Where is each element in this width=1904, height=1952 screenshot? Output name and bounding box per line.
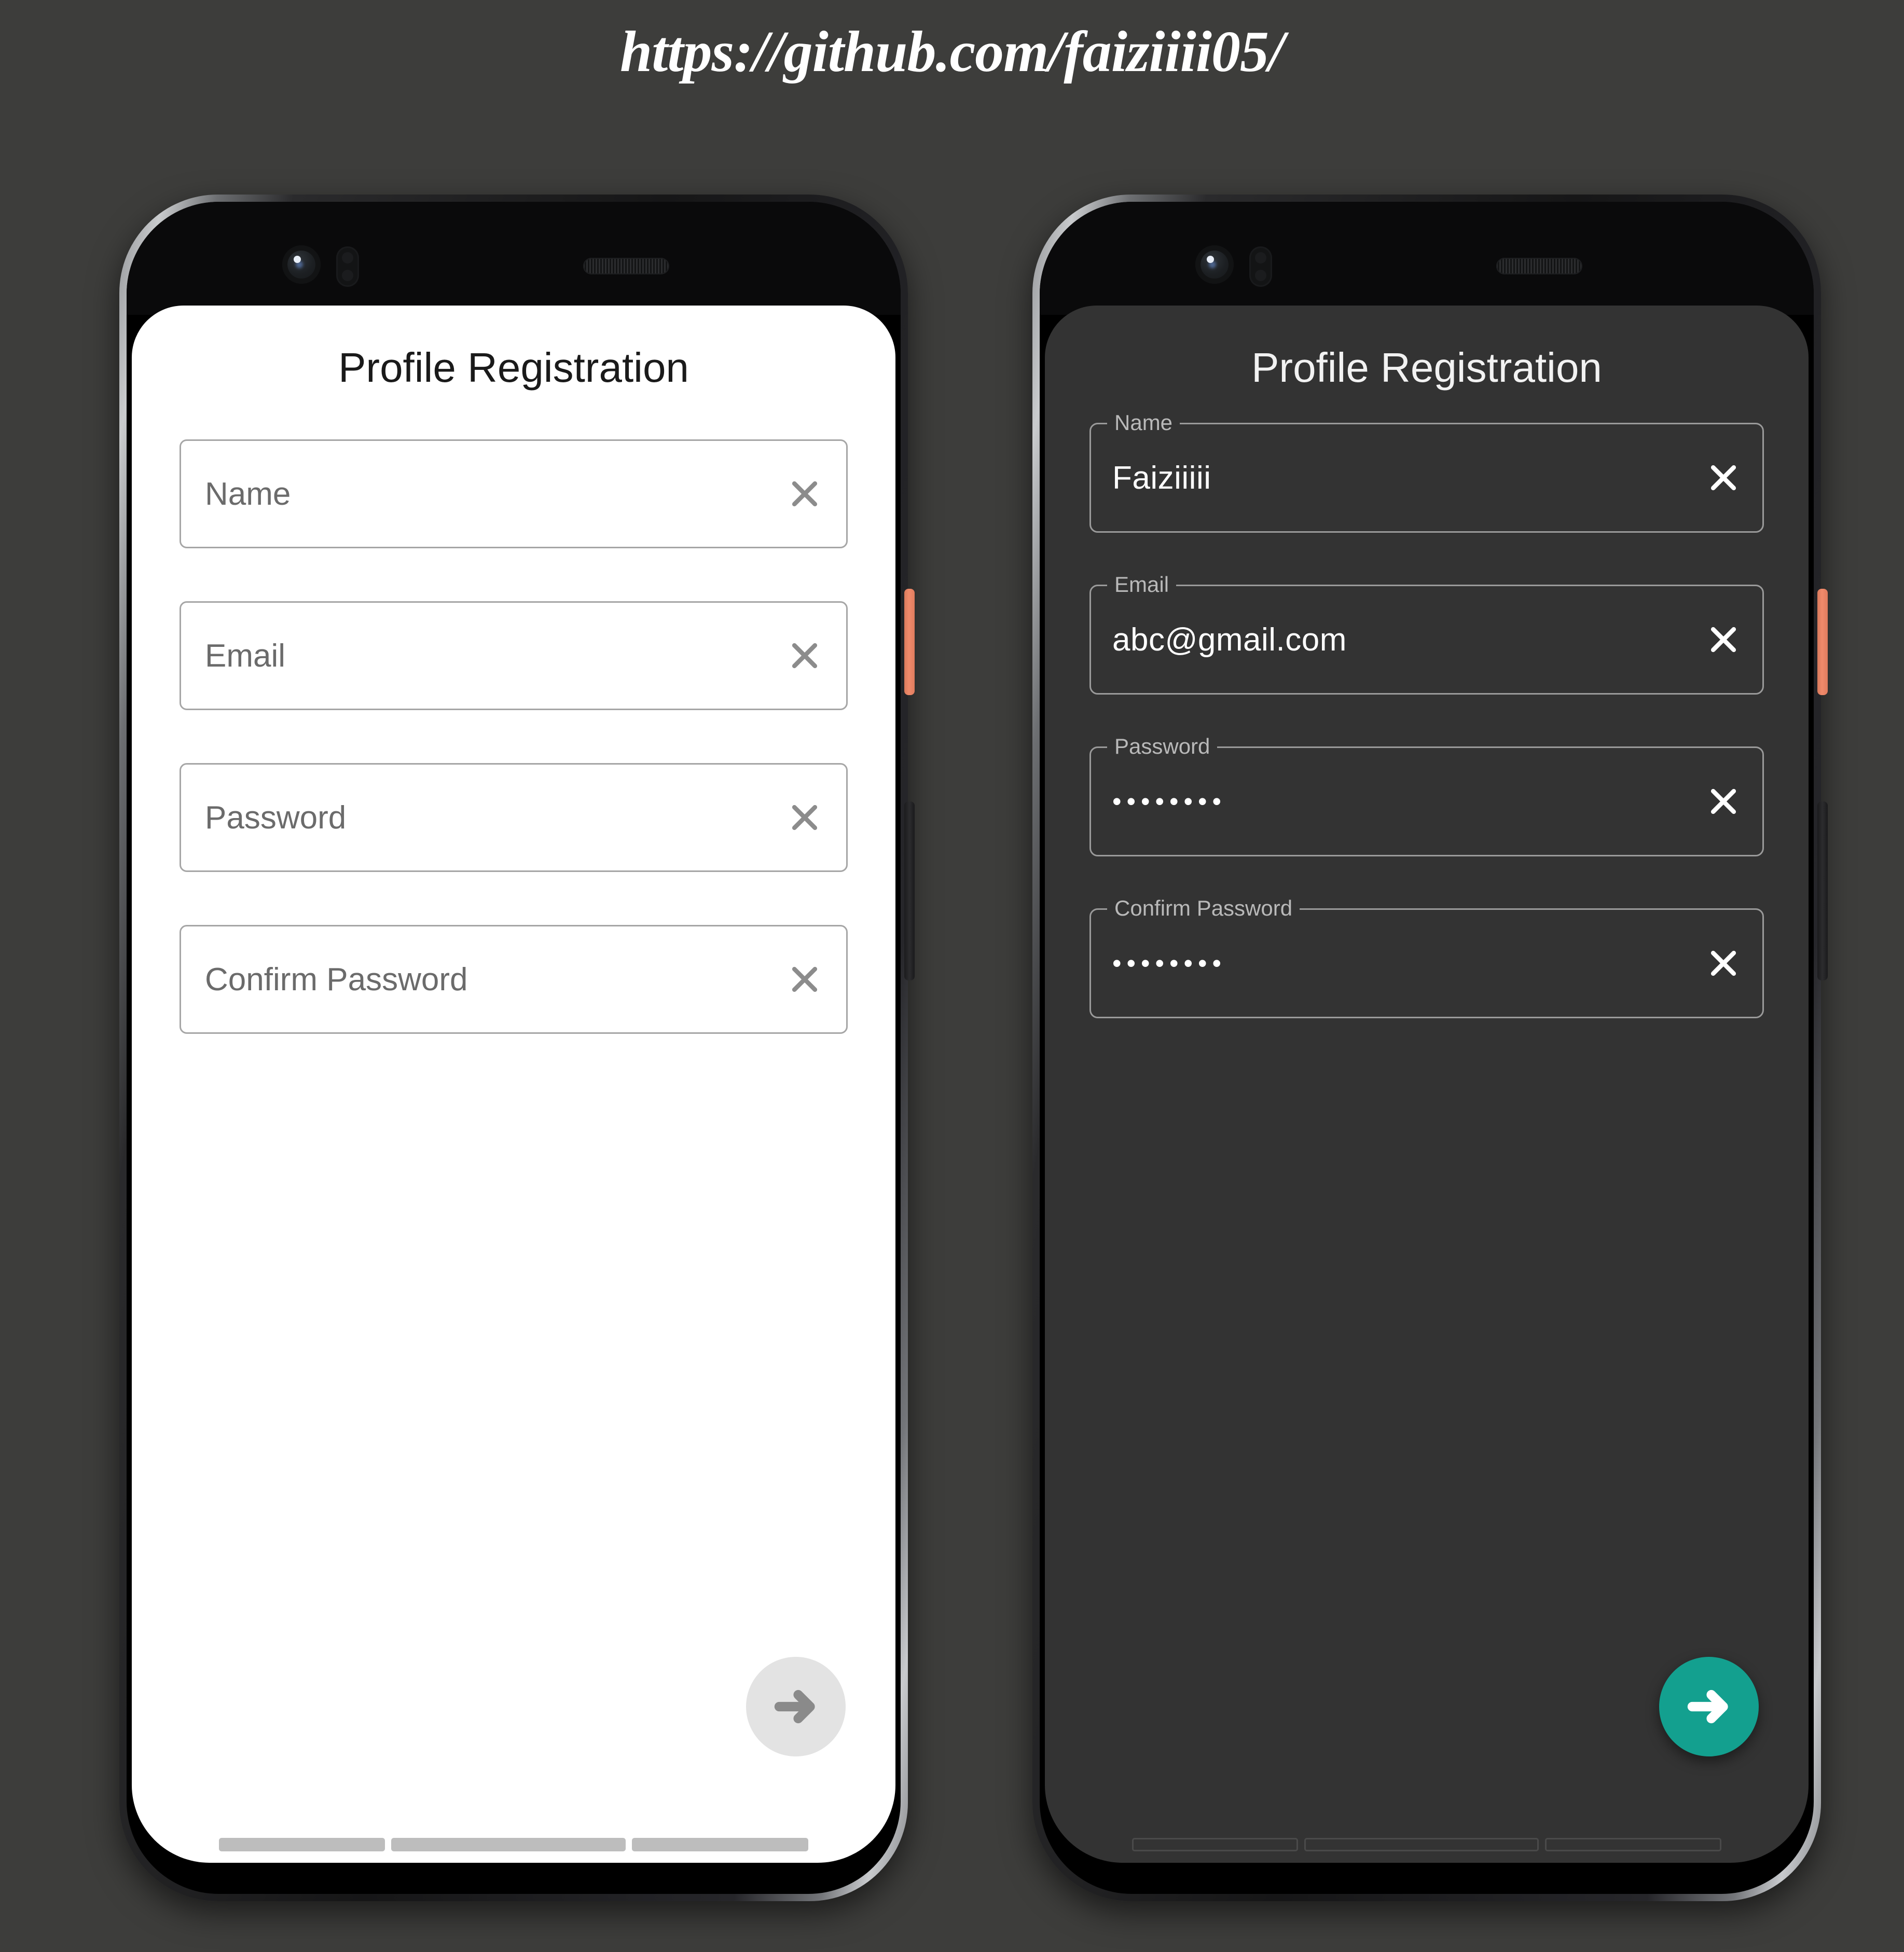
nav-bar-segment[interactable] <box>1304 1838 1539 1851</box>
confirm-password-field-label: Confirm Password <box>1107 897 1300 919</box>
password-field[interactable]: Password <box>180 763 848 872</box>
registration-form-light: Name Email Password Confirm Password <box>132 392 895 1034</box>
proximity-sensor-icon <box>1249 246 1272 287</box>
nav-bar-segment[interactable] <box>1132 1838 1298 1851</box>
confirm-password-field-placeholder: Confirm Password <box>205 961 468 998</box>
close-icon[interactable] <box>1706 946 1741 981</box>
close-icon[interactable] <box>787 800 822 835</box>
page-title: Profile Registration <box>338 344 689 391</box>
front-camera-lens-icon <box>1195 245 1234 284</box>
email-field-placeholder: Email <box>205 638 286 674</box>
close-icon[interactable] <box>787 962 822 997</box>
nav-bar-segment[interactable] <box>219 1838 385 1851</box>
confirm-password-field[interactable]: Confirm Password <box>180 925 848 1034</box>
close-icon[interactable] <box>1706 622 1741 657</box>
arrow-right-icon <box>1687 1690 1728 1724</box>
password-field[interactable]: Password •••••••• <box>1089 736 1764 856</box>
confirm-password-field-value: •••••••• <box>1112 949 1227 978</box>
email-field-label: Email <box>1107 574 1177 596</box>
email-field-value: abc@gmail.com <box>1112 621 1347 658</box>
password-field-value: •••••••• <box>1112 787 1227 816</box>
name-field-placeholder: Name <box>205 476 291 512</box>
next-fab-button[interactable] <box>1659 1657 1759 1756</box>
close-icon[interactable] <box>787 638 822 673</box>
earpiece-speaker-icon <box>583 258 669 274</box>
phone-body-light: Profile Registration Name Email Password… <box>127 202 901 1894</box>
name-field[interactable]: Name Faiziiiii <box>1089 412 1764 533</box>
page-title: Profile Registration <box>1251 344 1602 391</box>
next-fab-button[interactable] <box>746 1657 846 1756</box>
name-field-value: Faiziiiii <box>1112 460 1211 496</box>
password-field-label: Password <box>1107 736 1218 757</box>
github-url-header: https://github.com/faiziiii05/ <box>620 19 1285 84</box>
power-button[interactable] <box>1817 589 1828 695</box>
gesture-nav-bars-light <box>132 1838 895 1851</box>
nav-bar-segment[interactable] <box>632 1838 808 1851</box>
registration-form-dark: Name Faiziiiii Email abc@gmail.com Passw… <box>1045 392 1809 1018</box>
earpiece-speaker-icon <box>1496 258 1582 274</box>
phone-mockup-light: Profile Registration Name Email Password… <box>119 195 915 1901</box>
app-screen-light: Profile Registration Name Email Password… <box>132 306 895 1863</box>
proximity-sensor-icon <box>336 246 359 287</box>
volume-rocker[interactable] <box>1817 801 1828 980</box>
password-field-placeholder: Password <box>205 799 347 836</box>
front-camera-lens-icon <box>282 245 321 284</box>
email-field[interactable]: Email <box>180 601 848 710</box>
close-icon[interactable] <box>1706 460 1741 495</box>
phone-body-dark: Profile Registration Name Faiziiiii Emai… <box>1040 202 1814 1894</box>
phone-mockup-dark: Profile Registration Name Faiziiiii Emai… <box>1032 195 1828 1901</box>
volume-rocker[interactable] <box>904 801 915 980</box>
app-screen-dark: Profile Registration Name Faiziiiii Emai… <box>1045 306 1809 1863</box>
power-button[interactable] <box>904 589 915 695</box>
name-field-label: Name <box>1107 412 1180 434</box>
email-field[interactable]: Email abc@gmail.com <box>1089 574 1764 695</box>
close-icon[interactable] <box>787 476 822 511</box>
name-field[interactable]: Name <box>180 439 848 548</box>
gesture-nav-bars-dark <box>1045 1838 1809 1851</box>
phone-bezel-top-light <box>127 202 901 315</box>
arrow-right-icon <box>774 1690 815 1724</box>
confirm-password-field[interactable]: Confirm Password •••••••• <box>1089 897 1764 1018</box>
nav-bar-segment[interactable] <box>391 1838 626 1851</box>
nav-bar-segment[interactable] <box>1545 1838 1721 1851</box>
phone-bezel-top-dark <box>1040 202 1814 315</box>
close-icon[interactable] <box>1706 784 1741 819</box>
